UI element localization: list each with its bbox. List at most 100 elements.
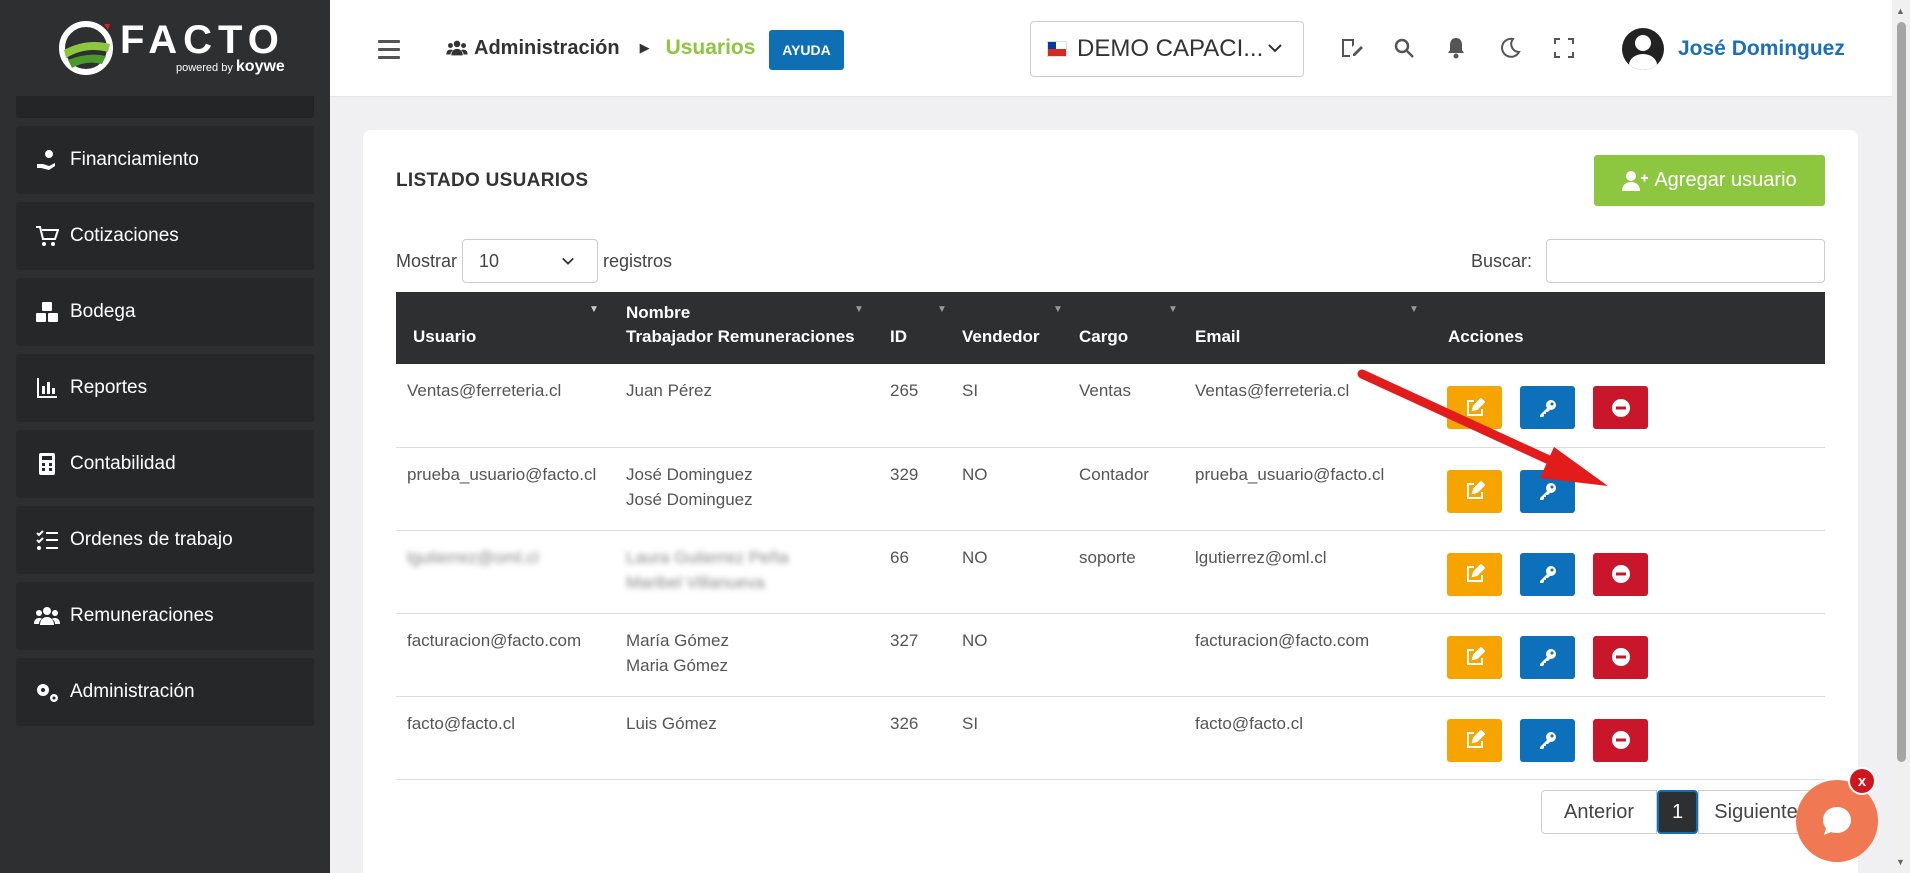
top-header: Administración ▶ Usuarios AYUDA DEMO CAP… <box>330 0 1910 97</box>
cell-email: Ventas@ferreteria.cl <box>1195 381 1350 400</box>
cell-acciones <box>1429 613 1825 696</box>
change-password-button[interactable] <box>1520 386 1575 429</box>
search-label: Buscar: <box>1471 251 1533 271</box>
cell-id: 329 <box>890 464 919 484</box>
scrollbar-thumb[interactable] <box>1897 22 1906 762</box>
cell-acciones <box>1429 696 1825 779</box>
col-nombre-label: Nombre <box>626 303 691 322</box>
page-scrollbar[interactable]: ▲ ▼ <box>1892 0 1910 873</box>
page-title: LISTADO USUARIOS <box>396 170 589 191</box>
cell-trabajador-text: Maribel Villanueva <box>626 572 765 592</box>
table-row: lgutierrez@oml.cl Laura Gutierrez Peña Ma… <box>396 530 1825 613</box>
chile-flag-icon <box>1047 41 1067 57</box>
sidebar-item-administracion[interactable]: Administración <box>16 658 314 726</box>
cell-vendedor: NO <box>962 630 988 650</box>
edit-button[interactable] <box>1447 635 1502 679</box>
col-cargo[interactable]: Cargo ▼ <box>1062 292 1178 364</box>
edit-button[interactable] <box>1447 386 1502 429</box>
minus-circle-icon <box>1611 731 1630 749</box>
col-email[interactable]: Email ▼ <box>1178 292 1429 364</box>
search-icon[interactable] <box>1392 36 1416 60</box>
table-header-row: Usuario ▼ Nombre Trabajador Remuneraciones… <box>396 292 1825 364</box>
cell-usuario: facturacion@facto.com <box>407 630 582 650</box>
cell-nombre: Luis Gómez <box>609 696 873 779</box>
help-button[interactable]: AYUDA <box>769 30 844 70</box>
cell-acciones <box>1429 447 1825 530</box>
sidebar-item-financiamiento[interactable]: Financiamiento <box>16 126 314 194</box>
col-id[interactable]: ID ▼ <box>873 292 947 364</box>
change-password-button[interactable] <box>1520 635 1575 679</box>
sidebar-nav: Financiamiento Cotizaciones Bodega Repor… <box>0 126 330 726</box>
minus-circle-icon <box>1611 648 1630 666</box>
sidebar-item-cotizaciones[interactable]: Cotizaciones <box>16 202 314 270</box>
cell-nombre: María Gómez Maria Gómez <box>609 613 873 696</box>
cell-vendedor: SI <box>962 713 979 733</box>
add-user-button[interactable]: Agregar usuario <box>1594 155 1825 206</box>
sidebar-item-remuneraciones[interactable]: Remuneraciones <box>16 582 314 650</box>
cell-cargo: soporte <box>1079 547 1136 567</box>
cell-vendedor: NO <box>962 464 988 484</box>
users-table: Usuario ▼ Nombre Trabajador Remuneraciones… <box>396 292 1825 780</box>
page-button-current[interactable]: 1 <box>1657 790 1698 834</box>
delete-button[interactable] <box>1593 386 1648 429</box>
chevron-down-icon <box>1268 44 1282 53</box>
bell-icon[interactable] <box>1444 36 1468 60</box>
key-icon <box>1539 732 1556 749</box>
change-password-button[interactable] <box>1520 552 1575 596</box>
moon-icon[interactable] <box>1498 36 1522 60</box>
chat-close-button[interactable]: x <box>1848 767 1876 795</box>
search-input[interactable] <box>1546 239 1825 283</box>
cell-acciones <box>1429 364 1825 447</box>
breadcrumb-parent[interactable]: Administración <box>474 37 620 60</box>
facto-logo[interactable]: FACTO powered by koywe <box>0 0 330 96</box>
prev-page-button[interactable]: Anterior <box>1541 790 1657 834</box>
page-size-select[interactable]: 10 <box>462 239 599 283</box>
table-row: prueba_usuario@facto.cl José Dominguez Jo… <box>396 447 1825 530</box>
cell-trabajador-text: José Dominguez <box>626 489 753 509</box>
sort-icon: ▼ <box>854 304 864 315</box>
col-id-label: ID <box>890 327 907 346</box>
sidebar-item-label: Reportes <box>70 377 148 398</box>
logo-powered-text: powered by <box>175 62 233 74</box>
avatar <box>1622 28 1664 70</box>
delete-button[interactable] <box>1593 718 1648 762</box>
col-nombre[interactable]: Nombre Trabajador Remuneraciones ▼ <box>609 292 873 364</box>
edit-button[interactable] <box>1447 552 1502 596</box>
signature-icon[interactable] <box>1339 36 1363 60</box>
sidebar-item-label: Financiamiento <box>70 149 199 170</box>
cell-acciones <box>1429 530 1825 613</box>
user-menu[interactable]: José Dominguez <box>1622 28 1845 70</box>
boxes-icon <box>34 300 60 324</box>
sidebar-item-reportes[interactable]: Reportes <box>16 354 314 422</box>
col-vendedor[interactable]: Vendedor ▼ <box>945 292 1063 364</box>
company-selector[interactable]: DEMO CAPACI... <box>1030 21 1304 77</box>
scroll-down-icon[interactable]: ▼ <box>1896 857 1905 867</box>
delete-button[interactable] <box>1593 635 1648 679</box>
cell-nombre: José Dominguez José Dominguez <box>609 447 873 530</box>
chart-icon <box>34 376 60 400</box>
sidebar-item-partial[interactable] <box>16 96 314 118</box>
cell-cargo: Contador <box>1079 464 1149 484</box>
sidebar-item-ordenes[interactable]: Ordenes de trabajo <box>16 506 314 574</box>
cell-nombre-text: Luis Gómez <box>626 713 717 733</box>
edit-button[interactable] <box>1447 469 1502 513</box>
page-size-control: Mostrar 10 registros <box>396 239 672 283</box>
edit-button[interactable] <box>1447 718 1502 762</box>
col-email-label: Email <box>1195 327 1241 346</box>
change-password-button[interactable] <box>1520 469 1575 513</box>
calculator-icon <box>34 452 60 476</box>
cell-nombre-text: Laura Gutierrez Peña <box>626 547 789 567</box>
chevron-down-icon <box>562 257 574 265</box>
sidebar-item-bodega[interactable]: Bodega <box>16 278 314 346</box>
delete-button[interactable] <box>1593 552 1648 596</box>
col-usuario-label: Usuario <box>413 327 477 346</box>
key-icon <box>1539 483 1556 500</box>
col-usuario[interactable]: Usuario ▼ <box>396 292 609 364</box>
fullscreen-icon[interactable] <box>1552 36 1576 60</box>
sidebar-item-contabilidad[interactable]: Contabilidad <box>16 430 314 498</box>
facto-logo-icon <box>59 21 113 75</box>
menu-toggle-icon[interactable] <box>378 40 400 64</box>
cell-email: facturacion@facto.com <box>1195 630 1370 650</box>
scroll-up-icon[interactable]: ▲ <box>1896 6 1905 16</box>
change-password-button[interactable] <box>1520 718 1575 762</box>
